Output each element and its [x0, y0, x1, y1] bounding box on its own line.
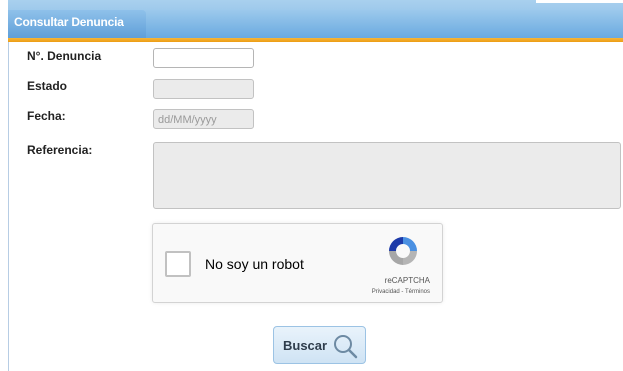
recaptcha-logo-icon [389, 237, 417, 265]
header-highlight [536, 0, 623, 3]
estado-input [154, 81, 253, 99]
recaptcha-label: No soy un robot [205, 256, 304, 272]
referencia-label: Referencia: [27, 143, 93, 157]
estado-label: Estado [27, 79, 68, 93]
tab-title: Consultar Denuncia [14, 15, 124, 29]
magnifier-icon [334, 335, 358, 359]
numero-input[interactable] [154, 50, 253, 68]
recaptcha-widget[interactable]: No soy un robot reCAPTCHA Privacidad - T… [152, 223, 443, 303]
numero-field[interactable] [153, 48, 254, 68]
recaptcha-links[interactable]: Privacidad - Términos [372, 289, 430, 295]
recaptcha-brand: reCAPTCHA [384, 276, 430, 285]
form-panel: N°. Denuncia Estado Fecha: Referencia: [8, 42, 623, 371]
estado-field [153, 79, 254, 99]
referencia-textarea [153, 142, 621, 209]
tab-consultar-denuncia[interactable]: Consultar Denuncia [8, 10, 146, 38]
buscar-button[interactable]: Buscar [273, 326, 366, 364]
fecha-input [154, 111, 253, 129]
fecha-field [153, 109, 254, 129]
numero-label: N°. Denuncia [27, 49, 102, 63]
recaptcha-checkbox[interactable] [165, 251, 191, 277]
buscar-label: Buscar [283, 338, 328, 353]
fecha-label: Fecha: [27, 109, 66, 123]
